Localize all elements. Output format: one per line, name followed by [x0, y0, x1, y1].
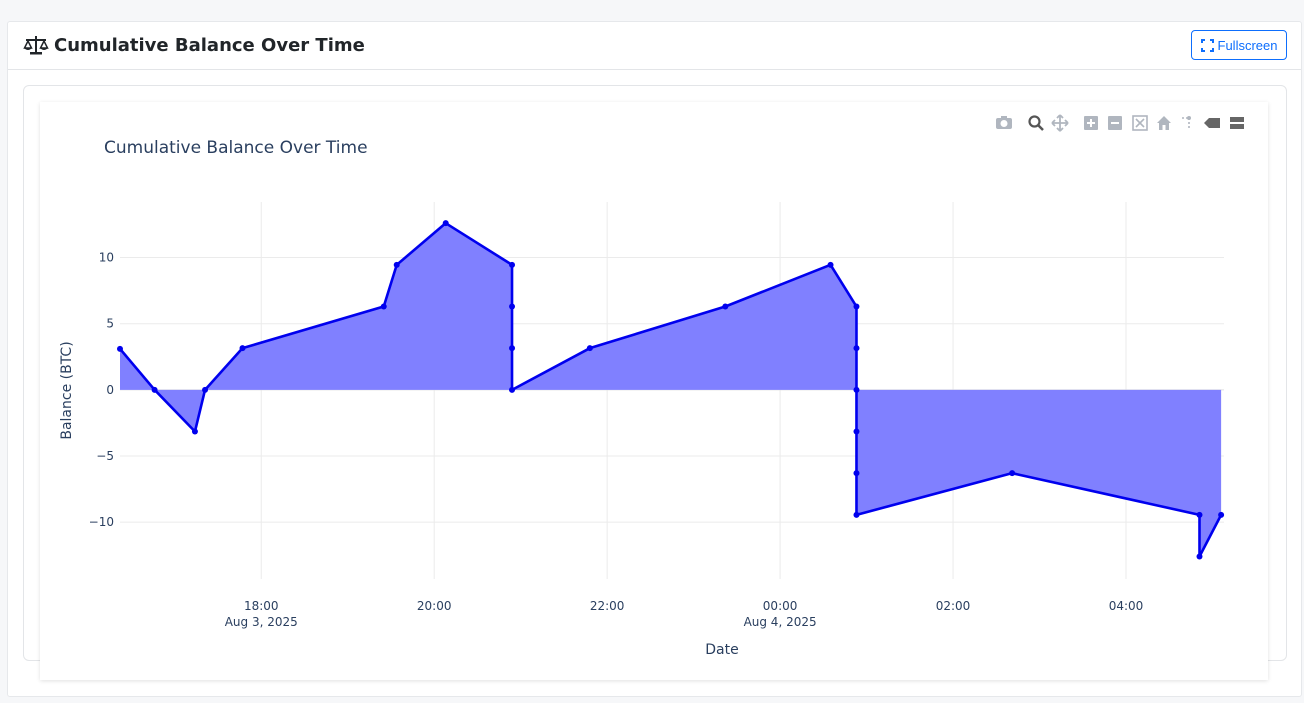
hover-compare-icon[interactable]	[1230, 117, 1244, 129]
pan-icon[interactable]	[1051, 114, 1069, 132]
chart-title: Cumulative Balance Over Time	[104, 138, 368, 158]
fullscreen-label: Fullscreen	[1217, 37, 1278, 53]
data-point	[509, 386, 516, 393]
modebar-icons[interactable]	[992, 112, 1262, 134]
data-point	[380, 303, 387, 310]
autoscale-icon[interactable]	[1132, 115, 1148, 131]
x-axis-title: Date	[705, 642, 738, 658]
spike-lines-icon[interactable]	[1182, 116, 1191, 129]
x-tick-label: 18:00	[244, 599, 279, 613]
data-point	[853, 303, 860, 310]
data-point	[1196, 511, 1203, 518]
card-header: Cumulative Balance Over Time Fullscreen	[8, 22, 1301, 70]
data-point	[853, 470, 860, 477]
data-point	[1218, 511, 1225, 518]
x-tick-label: 02:00	[936, 599, 971, 613]
fullscreen-button[interactable]: Fullscreen	[1191, 30, 1287, 60]
data-point	[853, 511, 860, 518]
data-point	[853, 386, 860, 393]
plot-area: 10 5 0 −5 −10 18:00 Aug 3, 2025 20:00 22:00 00:00…	[40, 102, 1268, 680]
data-point	[586, 345, 593, 352]
data-point	[202, 386, 209, 393]
zoom-in-icon[interactable]	[1084, 116, 1098, 130]
data-point	[442, 220, 449, 227]
home-icon[interactable]	[1157, 116, 1171, 130]
data-point	[1009, 470, 1016, 477]
camera-icon[interactable]	[996, 116, 1012, 129]
chart-svg[interactable]: 10 5 0 −5 −10 18:00 Aug 3, 2025 20:00 22:00 00:00…	[40, 102, 1268, 680]
data-point	[151, 386, 158, 393]
y-tick-label: 5	[106, 317, 114, 331]
data-point	[1196, 553, 1203, 560]
data-point	[827, 261, 834, 268]
y-tick-label: 10	[99, 251, 114, 265]
data-point	[239, 345, 246, 352]
data-point	[509, 303, 516, 310]
fullscreen-icon	[1200, 38, 1214, 52]
hover-closest-icon[interactable]	[1204, 118, 1220, 128]
data-point	[117, 345, 123, 352]
x-tick-label: 20:00	[417, 599, 452, 613]
x-tick-label: 04:00	[1109, 599, 1144, 613]
data-point	[722, 303, 729, 310]
zoom-icon[interactable]	[1028, 115, 1044, 131]
x-tick-date-label: Aug 3, 2025	[225, 615, 298, 629]
data-point	[393, 261, 400, 268]
x-tick-label: 22:00	[590, 599, 625, 613]
x-tick-date-label: Aug 4, 2025	[744, 615, 817, 629]
card-title: Cumulative Balance Over Time	[54, 35, 365, 56]
x-tick-label: 00:00	[763, 599, 798, 613]
y-tick-label: −10	[89, 515, 114, 529]
scale-balance-icon	[23, 36, 49, 55]
data-point	[191, 428, 198, 435]
series-area	[120, 223, 1222, 557]
y-tick-label: −5	[96, 449, 114, 463]
y-tick-label: 0	[106, 383, 114, 397]
data-point	[509, 345, 516, 352]
data-point	[853, 428, 860, 435]
zoom-out-icon[interactable]	[1108, 116, 1122, 130]
data-point	[853, 345, 860, 352]
y-axis-title: Balance (BTC)	[59, 341, 75, 439]
modebar	[992, 112, 1262, 132]
data-point	[509, 261, 516, 268]
